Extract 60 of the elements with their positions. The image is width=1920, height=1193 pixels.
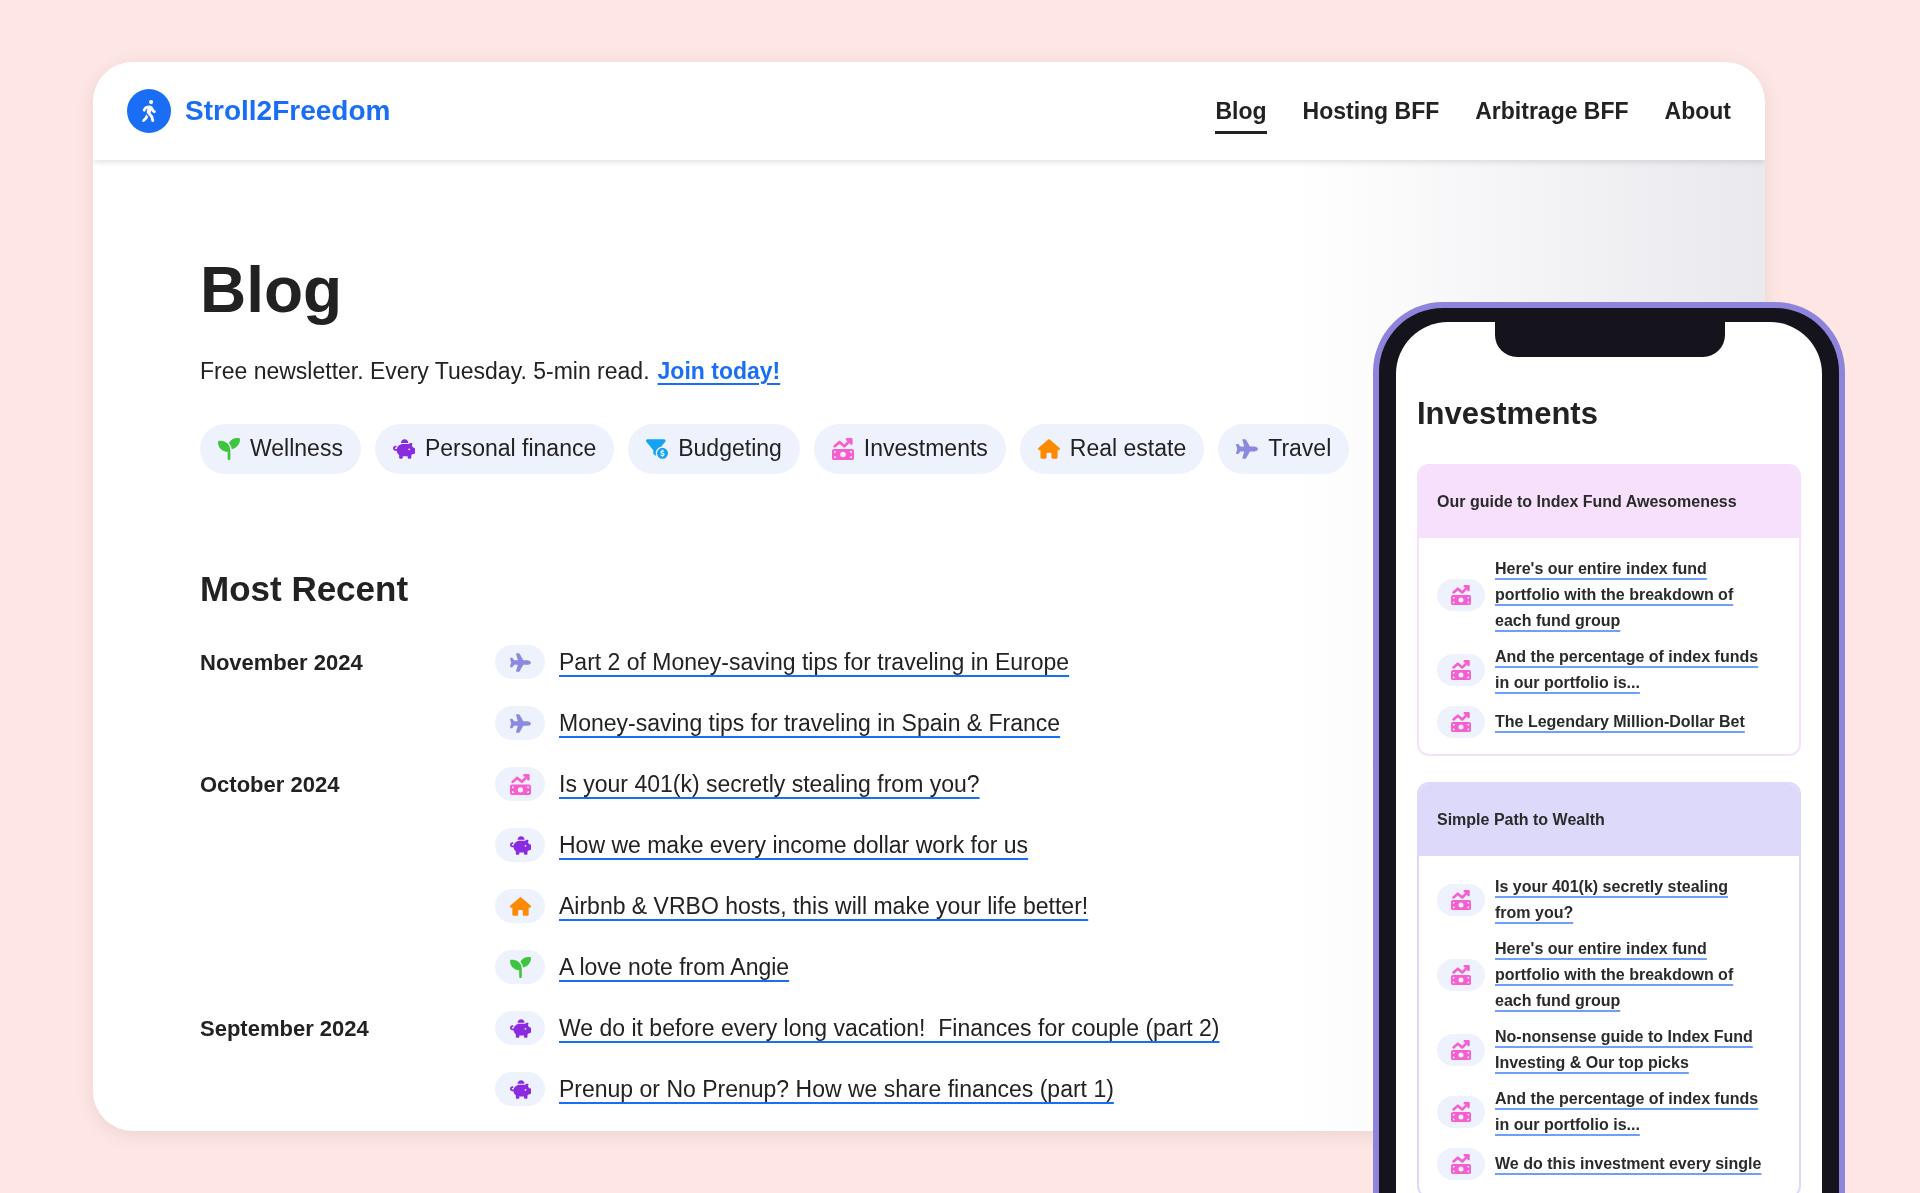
- money-chart-icon: [509, 773, 531, 795]
- post-link[interactable]: Is your 401(k) secretly stealing from you?: [559, 766, 980, 802]
- money-chart-icon: [1451, 660, 1471, 680]
- post-link[interactable]: A love note from Angie: [559, 949, 790, 985]
- category-chip[interactable]: Investments: [813, 423, 1006, 474]
- category-chip[interactable]: Budgeting: [628, 423, 800, 474]
- nav-link[interactable]: About: [1664, 87, 1731, 135]
- airplane-icon: [1236, 437, 1259, 460]
- guide-title: Our guide to Index Fund Awesomeness: [1437, 492, 1737, 512]
- post-link[interactable]: No-nonsense guide to Index Fund Investing & Our top picks: [1495, 1024, 1767, 1076]
- sprout-icon: [218, 437, 240, 460]
- newsletter-text: Free newsletter. Every Tuesday. 5-min read.: [200, 357, 650, 386]
- post-link[interactable]: We do this investment every single: [1495, 1151, 1767, 1177]
- money-chart-icon: [1451, 585, 1471, 605]
- sprout-icon: [509, 956, 531, 978]
- airplane-icon: [509, 712, 531, 734]
- guide-title: Simple Path to Wealth: [1437, 810, 1605, 830]
- post-link[interactable]: Here's our entire index fund portfolio with the breakdown of each fund group: [1495, 936, 1767, 1014]
- money-chart-icon: [831, 437, 854, 460]
- airplane-icon: [509, 651, 531, 673]
- piggy-bank-icon: [509, 834, 531, 856]
- nav-link[interactable]: Hosting BFF: [1302, 87, 1440, 135]
- money-chart-icon: [1451, 1154, 1471, 1174]
- house-icon: [1037, 437, 1060, 460]
- month-label: October 2024: [200, 770, 340, 799]
- walking-person-logo-icon[interactable]: [127, 89, 171, 133]
- nav-link[interactable]: Arbitrage BFF: [1475, 87, 1629, 135]
- post-link[interactable]: Part 2 of Money-saving tips for traveling in Europe: [559, 644, 1070, 680]
- category-chip[interactable]: Wellness: [200, 423, 361, 474]
- phone-page-title: Investments: [1417, 395, 1599, 433]
- money-chart-icon: [1451, 1102, 1471, 1122]
- piggy-bank-icon: [392, 437, 415, 460]
- post-link[interactable]: How we make every income dollar work for us: [559, 827, 1029, 863]
- post-link[interactable]: Is your 401(k) secretly stealing from you?: [1495, 874, 1767, 926]
- category-chip[interactable]: Real estate: [1019, 423, 1205, 474]
- month-label: September 2024: [200, 1014, 369, 1043]
- money-chart-icon: [1451, 712, 1471, 732]
- section-heading: Most Recent: [200, 568, 409, 609]
- post-link[interactable]: Here's our entire index fund portfolio with the breakdown of each fund group: [1495, 556, 1767, 634]
- category-chip[interactable]: Personal finance: [374, 423, 615, 474]
- post-link[interactable]: Airbnb & VRBO hosts, this will make your life better!: [559, 888, 1089, 924]
- post-link[interactable]: We do it before every long vacation! Finances for couple (part 2): [559, 1010, 1220, 1046]
- money-chart-icon: [1451, 965, 1471, 985]
- category-chip[interactable]: Travel: [1218, 423, 1350, 474]
- money-chart-icon: [1451, 890, 1471, 910]
- post-link[interactable]: The Legendary Million-Dollar Bet: [1495, 709, 1767, 735]
- post-link[interactable]: And the percentage of index funds in our portfolio is...: [1495, 644, 1767, 696]
- post-link[interactable]: Prenup or No Prenup? How we share finances (part 1): [559, 1071, 1114, 1107]
- piggy-bank-icon: [509, 1017, 531, 1039]
- nav-link[interactable]: Blog: [1215, 87, 1267, 135]
- piggy-bank-icon: [509, 1078, 531, 1100]
- join-link[interactable]: Join today!: [657, 354, 781, 389]
- month-label: November 2024: [200, 648, 363, 677]
- page-title: Blog: [200, 255, 344, 325]
- house-icon: [509, 895, 531, 917]
- post-link[interactable]: Money-saving tips for traveling in Spain & France: [559, 705, 1061, 741]
- funnel-dollar-icon: [646, 437, 669, 460]
- money-chart-icon: [1451, 1040, 1471, 1060]
- site-brand-link[interactable]: Stroll2Freedom: [185, 90, 391, 132]
- post-link[interactable]: And the percentage of index funds in our portfolio is...: [1495, 1086, 1767, 1138]
